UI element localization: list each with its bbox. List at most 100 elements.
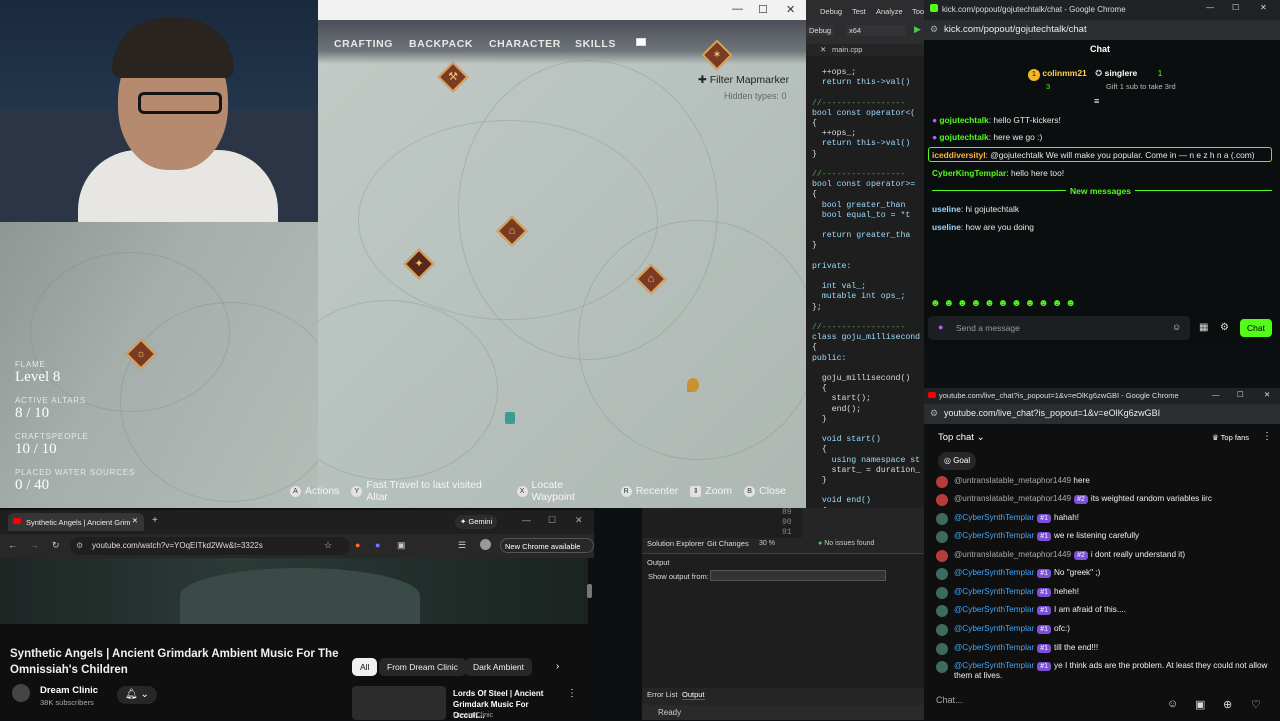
goal-chip[interactable]: ◎ Goal xyxy=(938,452,977,470)
extension-icon[interactable]: ● xyxy=(375,540,380,550)
sidebar-icon[interactable]: ☰ xyxy=(458,540,466,551)
leader-user-1[interactable]: colinmm21 xyxy=(1042,68,1086,78)
reload-icon[interactable]: ↻ xyxy=(52,540,60,551)
yt-browser-tab[interactable]: Synthetic Angels | Ancient Grim ✕ xyxy=(8,513,144,531)
leader-user-2[interactable]: singlere xyxy=(1105,68,1138,78)
code-line[interactable]: bool const operator<( xyxy=(812,109,915,118)
ytc-username[interactable]: @CyberSynthTemplar xyxy=(954,605,1034,614)
more-options-icon[interactable]: ⋮ xyxy=(1262,431,1272,442)
prompt-zoom[interactable]: ⇕ Zoom xyxy=(690,482,732,500)
ytc-username[interactable]: @untranslatable_metaphor1449 xyxy=(954,550,1071,559)
code-line[interactable]: } xyxy=(812,415,827,424)
ytc-input-placeholder[interactable]: Chat... xyxy=(936,695,963,705)
back-icon[interactable]: ← xyxy=(8,540,17,550)
emote-bar[interactable]: ☻☻☻☻☻☻☻☻☻☻☻ xyxy=(930,298,1079,309)
ytc-chat-input[interactable]: Chat... xyxy=(936,695,1156,715)
ytc-address-bar[interactable]: ⚙ youtube.com/live_chat?is_popout=1&v=eO… xyxy=(924,404,1280,424)
close-tab-icon[interactable]: ✕ xyxy=(820,45,826,54)
tab-output[interactable]: Output xyxy=(682,690,705,700)
ytc-username[interactable]: @CyberSynthTemplar xyxy=(954,587,1034,596)
yt-url-text[interactable]: youtube.com/watch?v=YOqEITkd2Ww&t=3322s xyxy=(92,541,263,550)
code-line[interactable]: using namespace st xyxy=(812,456,920,465)
code-line[interactable]: { xyxy=(812,119,817,128)
rec-thumbnail[interactable] xyxy=(352,686,446,720)
close-tab-icon[interactable]: ✕ xyxy=(132,516,138,525)
menu-backpack[interactable]: BACKPACK xyxy=(409,38,473,50)
menu-crafting[interactable]: CRAFTING xyxy=(334,38,393,50)
ytc-username[interactable]: @CyberSynthTemplar xyxy=(954,643,1034,652)
code-line[interactable]: end(); xyxy=(812,405,862,414)
emoji-icon[interactable]: ☺ xyxy=(1167,698,1178,710)
settings-icon[interactable]: ⚙ xyxy=(1220,322,1229,333)
platform-select[interactable]: x64 xyxy=(846,25,906,36)
user-avatar[interactable] xyxy=(936,587,948,599)
code-line[interactable]: { xyxy=(812,445,827,454)
maximize-button[interactable]: ☐ xyxy=(1232,3,1239,12)
maximize-button[interactable]: ☐ xyxy=(548,515,556,526)
user-avatar[interactable] xyxy=(936,568,948,580)
site-info-icon[interactable]: ⚙ xyxy=(930,24,938,35)
ytc-username[interactable]: @CyberSynthTemplar xyxy=(954,568,1034,577)
code-line[interactable]: //----------------- xyxy=(812,99,905,108)
store-icon[interactable]: ▦ xyxy=(1199,322,1208,333)
kick-address-bar[interactable]: ⚙ kick.com/popout/gojutechtalk/chat xyxy=(924,20,1280,40)
add-icon[interactable]: ⊕ xyxy=(1223,698,1232,711)
code-line[interactable]: void end() xyxy=(812,496,871,505)
gift-sub-text[interactable]: Gift 1 sub to take 3rd xyxy=(1106,82,1176,91)
minimize-button[interactable]: — xyxy=(1206,3,1214,12)
prompt-actions[interactable]: A Actions xyxy=(290,482,339,500)
prompt-locate-waypoint[interactable]: X Locate Waypoint xyxy=(516,479,609,503)
channel-avatar[interactable] xyxy=(12,684,30,702)
super-chat-icon[interactable]: ▣ xyxy=(1195,698,1205,711)
user-avatar[interactable] xyxy=(936,605,948,617)
extension-icon[interactable]: ● xyxy=(355,540,360,550)
chip-all[interactable]: All xyxy=(352,658,378,676)
menu-skills[interactable]: SKILLS xyxy=(575,38,616,50)
ytc-username[interactable]: @untranslatable_metaphor1449 xyxy=(954,494,1071,503)
code-line[interactable]: mutable int ops_; xyxy=(812,292,906,301)
prompt-recenter[interactable]: R Recenter xyxy=(620,482,678,500)
ytc-username[interactable]: @CyberSynthTemplar xyxy=(954,661,1034,670)
user-avatar[interactable] xyxy=(936,531,948,543)
code-line[interactable]: start(); xyxy=(812,394,871,403)
menu-analyze[interactable]: Analyze xyxy=(876,7,903,16)
user-avatar[interactable] xyxy=(936,643,948,655)
tab-git-changes[interactable]: Git Changes xyxy=(707,539,749,548)
code-line[interactable]: //----------------- xyxy=(812,323,905,332)
ytc-username[interactable]: @CyberSynthTemplar xyxy=(954,513,1034,522)
user-avatar[interactable] xyxy=(936,494,948,506)
site-info-icon[interactable]: ⚙ xyxy=(76,541,83,550)
chips-next-icon[interactable]: › xyxy=(556,661,559,672)
output-source-select[interactable] xyxy=(710,570,886,581)
yt-address-bar[interactable]: ⚙ youtube.com/watch?v=YOqEITkd2Ww&t=3322… xyxy=(70,537,350,555)
kick-input-placeholder[interactable]: Send a message xyxy=(956,323,1020,333)
user-avatar[interactable] xyxy=(936,513,948,525)
new-tab-icon[interactable]: + xyxy=(152,515,158,526)
top-chat-dropdown[interactable]: Top chat ⌄ xyxy=(938,432,985,443)
ytc-username[interactable]: @CyberSynthTemplar xyxy=(954,624,1034,633)
code-line[interactable]: return this->val() xyxy=(812,139,910,148)
waypoint-marker-icon[interactable] xyxy=(687,378,699,392)
subscribed-button[interactable]: 🔔︎ ⌄ xyxy=(117,686,157,704)
code-line[interactable]: ++ops_; xyxy=(812,68,856,77)
prompt-fast-travel[interactable]: Y Fast Travel to last visited Altar xyxy=(351,479,504,503)
rec-channel[interactable]: Dream Clinic xyxy=(453,712,493,719)
emoji-icon[interactable]: ☺ xyxy=(1172,322,1181,332)
kick-send-button[interactable]: Chat xyxy=(1240,319,1272,337)
ytc-username[interactable]: @untranslatable_metaphor1449 xyxy=(954,476,1071,485)
tab-solution-explorer[interactable]: Solution Explorer xyxy=(647,539,704,548)
forward-icon[interactable]: → xyxy=(30,540,39,550)
filter-mapmarker[interactable]: ✚ Filter Mapmarker xyxy=(698,74,789,86)
code-line[interactable]: public: xyxy=(812,354,846,363)
code-line[interactable]: { xyxy=(812,343,817,352)
chip-from-channel[interactable]: From Dream Clinic xyxy=(379,658,466,676)
close-window-button[interactable]: ✕ xyxy=(1260,3,1267,12)
code-line[interactable]: { xyxy=(812,384,827,393)
scrollbar-thumb[interactable] xyxy=(587,584,592,598)
maximize-button[interactable]: ☐ xyxy=(758,3,768,16)
menu-test[interactable]: Test xyxy=(852,7,866,16)
code-line[interactable]: return greater_tha xyxy=(812,231,910,240)
user-avatar[interactable] xyxy=(936,550,948,562)
start-debug-icon[interactable]: ▶ xyxy=(914,24,921,35)
kick-url-text[interactable]: kick.com/popout/gojutechtalk/chat xyxy=(944,24,1087,35)
